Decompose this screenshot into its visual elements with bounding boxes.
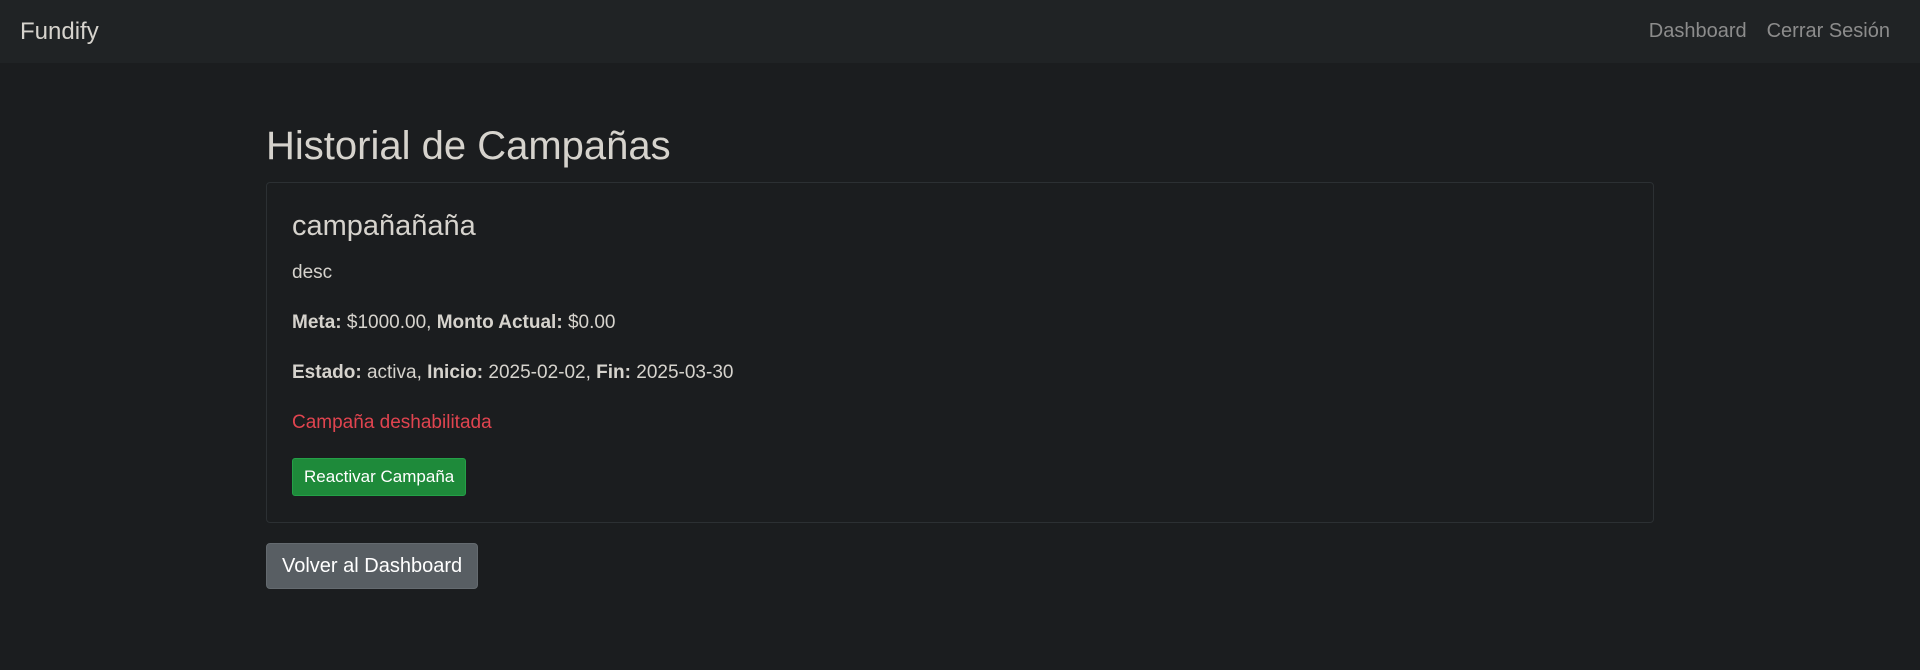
nav-links: Dashboard Cerrar Sesión [1639,20,1900,43]
brand-logo-link[interactable]: Fundify [20,18,99,46]
nav-link-dashboard[interactable]: Dashboard [1639,20,1757,43]
meta-label: Meta: [292,312,342,333]
meta-value: $1000.00, [341,312,437,333]
estado-value: activa, [361,362,428,383]
nav-link-logout[interactable]: Cerrar Sesión [1757,20,1900,43]
inicio-value: 2025-02-02, [483,362,597,383]
campaign-card: campañañaña desc Meta: $1000.00, Monto A… [266,182,1654,523]
monto-actual-value: $0.00 [562,312,616,333]
main-container: Historial de Campañas campañañaña desc M… [266,63,1654,589]
monto-actual-label: Monto Actual: [436,312,563,333]
fin-label: Fin: [596,362,631,383]
campaign-description: desc [292,262,333,283]
fin-value: 2025-03-30 [630,362,734,383]
inicio-label: Inicio: [427,362,484,383]
back-to-dashboard-button[interactable]: Volver al Dashboard [266,543,479,589]
campaign-disabled-message: Campaña deshabilitada [292,412,492,433]
page-title: Historial de Campañas [266,124,671,168]
campaign-amounts: Meta: $1000.00, Monto Actual: $0.00 [292,311,1628,335]
estado-label: Estado: [292,362,362,383]
top-navbar: Fundify Dashboard Cerrar Sesión [0,0,1920,63]
reactivate-campaign-button[interactable]: Reactivar Campaña [292,458,467,496]
campaign-name: campañañaña [292,210,476,242]
campaign-status-dates: Estado: activa, Inicio: 2025-02-02, Fin:… [292,361,1628,385]
